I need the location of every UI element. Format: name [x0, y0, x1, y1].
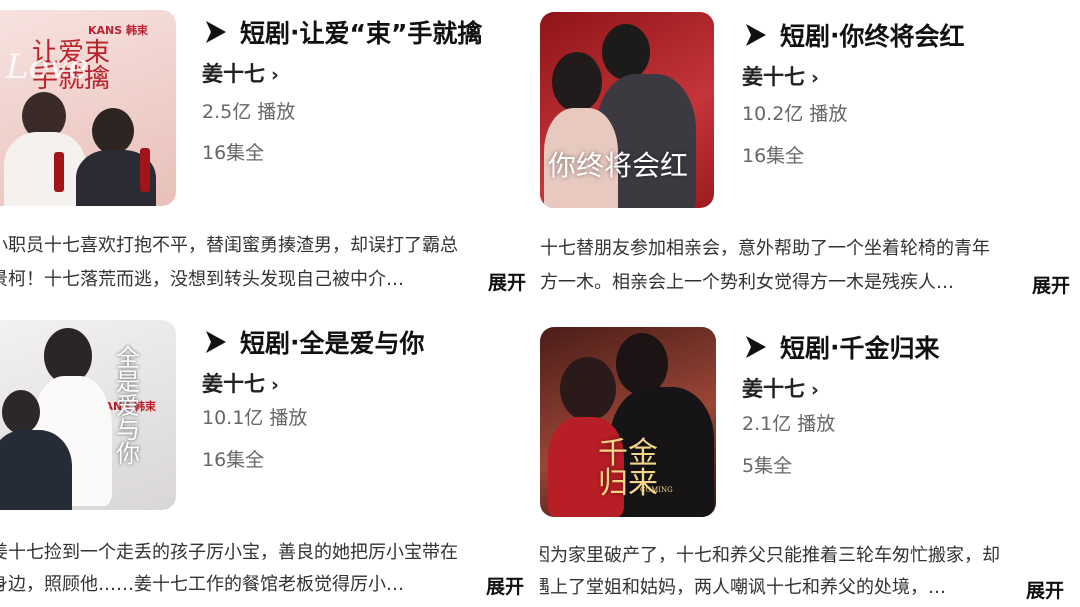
- chevron-right-icon: ›: [271, 64, 279, 86]
- drama-description-line2: 方一木。相亲会上一个势利女觉得方一木是残疾人…: [540, 272, 954, 293]
- author-name: 姜十七: [742, 377, 805, 401]
- episode-count: 16集全: [202, 142, 265, 164]
- author-link[interactable]: 姜十七 ›: [202, 58, 279, 88]
- play-count: 10.1亿 播放: [202, 407, 308, 429]
- short-drama-play-icon: [206, 21, 226, 43]
- author-name: 姜十七: [202, 372, 265, 396]
- poster-figure: [4, 132, 86, 206]
- poster-figure: [0, 430, 72, 510]
- drama-category: 短剧: [780, 22, 831, 51]
- author-link[interactable]: 姜十七 ›: [742, 373, 819, 403]
- poster-script-text: COMING: [640, 486, 673, 494]
- author-name: 姜十七: [742, 65, 805, 89]
- author-link[interactable]: 姜十七 ›: [742, 61, 819, 91]
- poster-brand-text: KANS 韩束: [88, 24, 148, 37]
- title-separator: ·: [290, 327, 300, 357]
- drama-card[interactable]: 千金归来 COMING 短剧 · 千金归来 姜十七 › 2.1亿 播放 5集全 因…: [540, 315, 1080, 607]
- drama-description-line1: 因为家里破产了，十七和养父只能推着三轮车匆忙搬家，却: [540, 545, 1000, 566]
- drama-title-row[interactable]: 短剧 · 让爱“束”手就擒: [202, 14, 482, 50]
- play-count: 2.1亿 播放: [742, 413, 836, 435]
- title-separator: ·: [830, 20, 840, 50]
- poster-figure-head: [616, 333, 668, 395]
- poster-product: [140, 148, 150, 192]
- drama-category: 短剧: [240, 19, 291, 48]
- drama-title-row[interactable]: 短剧 · 全是爱与你: [202, 324, 425, 360]
- left-panel: KANS 韩束 让爱束手就擒 Love 短剧 · 让爱“束”手就擒 姜十七 › 2…: [0, 0, 540, 607]
- drama-title: 全是爱与你: [299, 329, 425, 358]
- title-separator: ·: [290, 17, 300, 47]
- drama-category: 短剧: [780, 334, 831, 363]
- drama-title: 千金归来: [839, 334, 940, 363]
- poster-figure-head: [602, 24, 650, 80]
- expand-button[interactable]: 展开: [488, 268, 526, 295]
- drama-title-row[interactable]: 短剧 · 你终将会红: [742, 17, 965, 53]
- episode-count: 16集全: [202, 449, 265, 471]
- drama-category: 短剧: [240, 329, 291, 358]
- expand-button[interactable]: 展开: [1032, 271, 1070, 298]
- drama-poster[interactable]: 千金归来 COMING: [540, 327, 716, 517]
- play-count: 10.2亿 播放: [742, 103, 848, 125]
- poster-title-text: 全是爱与你: [116, 344, 140, 468]
- poster-product: [54, 152, 64, 192]
- short-drama-play-icon: [746, 336, 766, 358]
- drama-description-line1: 姜十七捡到一个走丢的孩子厉小宝，善良的她把厉小宝带在: [0, 542, 458, 563]
- author-link[interactable]: 姜十七 ›: [202, 368, 279, 398]
- chevron-right-icon: ›: [811, 379, 819, 401]
- drama-card[interactable]: KANS 韩束 全是爱与你 短剧 · 全是爱与你 姜十七 › 10.1亿 播放 1…: [0, 310, 540, 607]
- short-drama-play-icon: [746, 24, 766, 46]
- episode-count: 16集全: [742, 145, 805, 167]
- expand-button[interactable]: 展开: [486, 572, 524, 599]
- drama-description-line2: 遇上了堂姐和姑妈，两人嘲讽十七和养父的处境，…: [540, 577, 946, 598]
- right-panel: 你终将会红 短剧 · 你终将会红 姜十七 › 10.2亿 播放 16集全 十七替朋…: [540, 0, 1080, 607]
- expand-button[interactable]: 展开: [1026, 576, 1064, 603]
- drama-card[interactable]: KANS 韩束 让爱束手就擒 Love 短剧 · 让爱“束”手就擒 姜十七 › 2…: [0, 0, 540, 300]
- poster-figure-head: [560, 357, 616, 421]
- play-count: 2.5亿 播放: [202, 101, 296, 123]
- poster-figure-head: [92, 108, 134, 154]
- poster-figure-head: [2, 390, 40, 434]
- drama-title: 让爱“束”手就擒: [299, 19, 483, 48]
- drama-title-row[interactable]: 短剧 · 千金归来: [742, 329, 940, 365]
- drama-card[interactable]: 你终将会红 短剧 · 你终将会红 姜十七 › 10.2亿 播放 16集全 十七替朋…: [540, 0, 1080, 310]
- drama-description-line2: 景柯！十七落荒而逃，没想到转头发现自己被中介…: [0, 269, 404, 290]
- short-drama-play-icon: [206, 331, 226, 353]
- title-separator: ·: [830, 332, 840, 362]
- drama-poster[interactable]: KANS 韩束 让爱束手就擒 Love: [0, 10, 176, 206]
- drama-poster[interactable]: KANS 韩束 全是爱与你: [0, 320, 176, 510]
- drama-title: 你终将会红: [839, 22, 965, 51]
- drama-description-line1: 十七替朋友参加相亲会，意外帮助了一个坐着轮椅的青年: [540, 238, 990, 259]
- poster-figure-head: [552, 52, 602, 112]
- author-name: 姜十七: [202, 62, 265, 86]
- drama-description-line2: 身边，照顾他……姜十七工作的餐馆老板觉得厉小…: [0, 574, 404, 595]
- drama-description-line1: 小职员十七喜欢打抱不平，替闺蜜勇揍渣男，却误打了霸总: [0, 235, 458, 256]
- chevron-right-icon: ›: [811, 67, 819, 89]
- drama-poster[interactable]: 你终将会红: [540, 12, 714, 208]
- chevron-right-icon: ›: [271, 374, 279, 396]
- poster-title-text: 你终将会红: [548, 149, 689, 182]
- episode-count: 5集全: [742, 455, 793, 477]
- poster-script-text: Love: [6, 47, 89, 87]
